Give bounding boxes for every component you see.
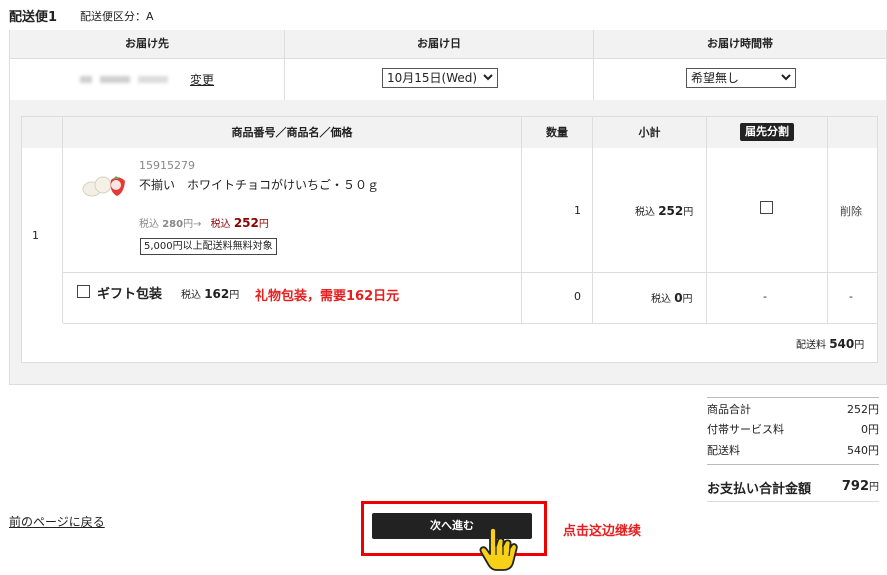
row-index: 1	[32, 229, 39, 242]
product-code: 15915279	[139, 159, 195, 172]
gift-wrap-label: ギフト包装	[97, 287, 163, 302]
destination-cell: 変更	[10, 58, 285, 100]
gift-wrap-price: 税込 162円	[181, 287, 240, 301]
delivery-time-select[interactable]: 希望無し	[686, 68, 796, 88]
gift-delete: -	[849, 290, 853, 303]
shipping-fee: 配送料 540円	[796, 337, 865, 351]
shipment-title: 配送便1	[9, 10, 58, 25]
gift-quantity: 0	[574, 290, 581, 303]
product-thumbnail	[79, 170, 129, 198]
hand-pointer-icon	[478, 527, 530, 572]
product-name: 不揃い ホワイトチョコがけいちご・５０ｇ	[139, 178, 380, 192]
product-subtotal: 税込 252円	[635, 204, 694, 218]
header-index	[22, 117, 63, 148]
delivery-time-value: 希望無し	[691, 71, 740, 85]
header-split: 届先分割	[707, 117, 828, 148]
summary-service-fee: 付帯サービス料 0円	[707, 423, 879, 436]
delivery-date-value: 10月15日(Wed)	[387, 71, 478, 85]
delete-item-button[interactable]: 削除	[840, 203, 862, 219]
header-delete	[828, 117, 877, 148]
gift-wrap-checkbox[interactable]	[77, 285, 90, 298]
free-shipping-badge: 5,000円以上配送料無料対象	[140, 238, 277, 255]
summary-items-total: 商品合計 252円	[707, 403, 879, 416]
delivery-date-cell: 10月15日(Wed)	[285, 58, 594, 100]
chevron-down-icon	[781, 74, 791, 81]
gift-subtotal: 税込 0円	[651, 291, 693, 305]
delivery-date-select[interactable]: 10月15日(Wed)	[382, 68, 498, 88]
header-delivery-date: お届け日	[285, 30, 594, 58]
header-product: 商品番号／商品名／価格	[63, 117, 522, 148]
product-quantity: 1	[574, 204, 581, 217]
header-destination: お届け先	[10, 30, 285, 58]
continue-annotation: 点击这边继续	[563, 524, 642, 539]
split-delivery-checkbox[interactable]	[760, 201, 773, 214]
header-delivery-time: お届け時間帯	[594, 30, 886, 58]
summary-grand-total: お支払い合計金額 792円	[707, 479, 879, 497]
change-destination-link[interactable]: 変更	[190, 71, 214, 88]
product-price: 税込 280円→ 税込 252円	[139, 216, 269, 230]
gift-wrap-annotation: 礼物包装，需要162日元	[255, 289, 400, 304]
header-quantity: 数量	[522, 117, 593, 148]
header-subtotal: 小計	[593, 117, 707, 148]
delivery-time-cell: 希望無し	[594, 58, 886, 100]
gift-split: -	[763, 290, 767, 303]
summary-shipping: 配送料 540円	[707, 444, 879, 457]
chevron-down-icon	[483, 74, 493, 81]
back-link[interactable]: 前のページに戻る	[9, 513, 105, 530]
blurred-recipient-name	[80, 73, 175, 85]
split-delivery-badge: 届先分割	[740, 123, 794, 141]
shipment-subtitle: 配送便区分：A	[80, 10, 154, 23]
